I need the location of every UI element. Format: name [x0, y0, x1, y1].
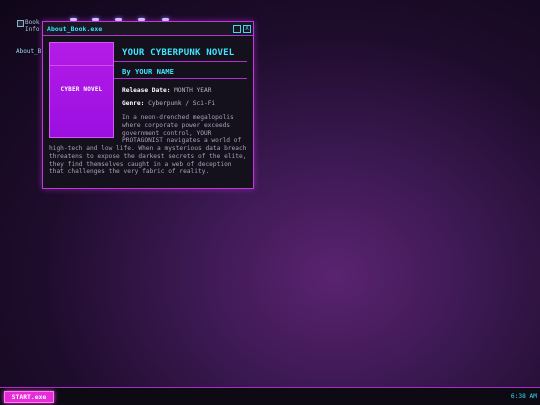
window-content: CYBER NOVEL YOUR CYBERPUNK NOVEL By YOUR… [43, 36, 253, 182]
book-cover-text: CYBER NOVEL [60, 86, 103, 94]
desktop-icon-label[interactable]: About_B [16, 48, 41, 55]
close-icon[interactable]: X [243, 24, 251, 33]
window-title: About_Book.exe [47, 24, 103, 33]
window-controls: X [233, 24, 251, 33]
taskbar-clock: 6:38 AM [510, 393, 537, 400]
genre-value: Cyberpunk / Sci-Fi [148, 99, 216, 107]
taskbar: START.exe 6:38 AM [0, 387, 540, 405]
desktop-icon-alt-text: Book Info [25, 19, 40, 33]
broken-image-icon [17, 20, 24, 27]
window-titlebar[interactable]: About_Book.exe X [43, 22, 253, 36]
release-date-label: Release Date: [122, 87, 171, 95]
minimize-icon[interactable] [233, 24, 241, 33]
book-cover: CYBER NOVEL [49, 42, 114, 138]
start-button[interactable]: START.exe [4, 391, 54, 403]
release-date-value: MONTH YEAR [174, 87, 212, 95]
genre-label: Genre: [122, 99, 145, 107]
about-book-window: About_Book.exe X CYBER NOVEL YOUR CYBERP… [42, 21, 254, 189]
